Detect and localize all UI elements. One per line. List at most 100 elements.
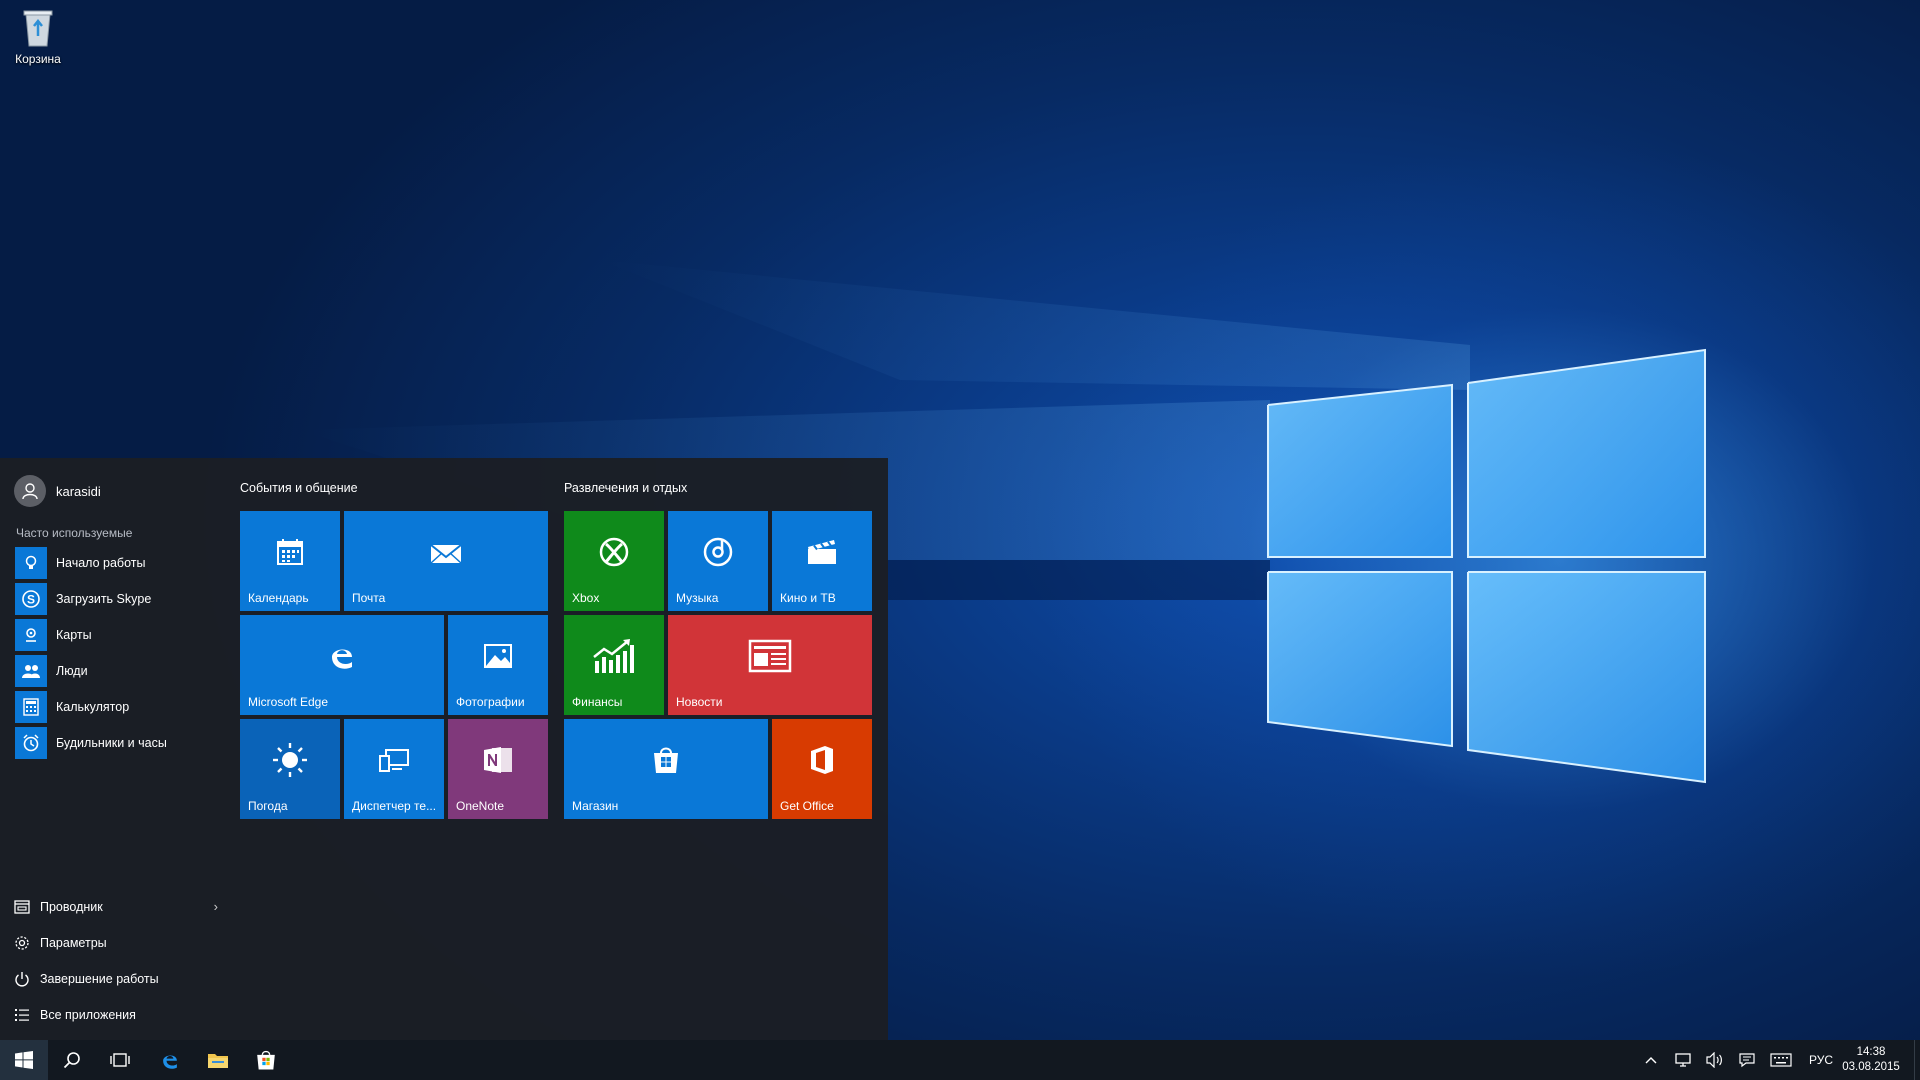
clock-date: 03.08.2015 [1842,1061,1900,1073]
tile-label: Почта [352,591,386,605]
all-apps-button[interactable]: Все приложения [14,997,214,1033]
keyboard-icon [1770,1053,1792,1067]
phone-companion-icon [379,749,409,772]
music-icon [703,537,733,567]
clock-time: 14:38 [1856,1046,1886,1058]
tile-photos[interactable]: Фотографии [448,615,548,715]
app-label: Люди [56,664,88,678]
taskbar-file-explorer[interactable] [194,1040,242,1080]
app-label: Будильники и часы [56,736,167,750]
file-explorer-icon [14,900,30,914]
app-label: Начало работы [56,556,146,570]
task-view-icon [110,1053,130,1067]
store-icon [654,747,678,773]
taskbar-store[interactable] [242,1040,290,1080]
volume-button[interactable] [1700,1040,1730,1080]
tile-mail[interactable]: Почта [344,511,548,611]
tile-movies-tv[interactable]: Кино и ТВ [772,511,872,611]
tile-label: Microsoft Edge [248,695,329,709]
power-button[interactable]: Завершение работы [14,961,214,997]
bottom-item-label: Параметры [40,936,107,950]
tile-weather[interactable]: Погода [240,719,340,819]
network-button[interactable] [1668,1040,1698,1080]
chevron-up-icon [1645,1057,1657,1064]
tile-xbox[interactable]: Xbox [564,511,664,611]
xbox-icon [599,537,629,567]
office-icon [811,746,833,774]
tile-label: Музыка [676,591,719,605]
news-icon [748,639,792,673]
touch-keyboard-button[interactable] [1766,1040,1796,1080]
file-explorer-icon [208,1054,228,1068]
show-hidden-icons-button[interactable] [1636,1040,1666,1080]
gear-icon [15,936,29,950]
app-label: Калькулятор [56,700,130,714]
bottom-item-label: Проводник [40,900,103,914]
tile-group-title: События и общение [240,481,358,495]
recycle-bin-label: Корзина [15,52,61,66]
tile-phone-companion[interactable]: Диспетчер те... [344,719,444,819]
tile-calendar[interactable]: Календарь [240,511,340,611]
tile-label: Фотографии [456,695,525,709]
app-maps[interactable]: Карты [15,617,215,653]
bottom-item-label: Завершение работы [40,972,159,986]
tile-label: Get Office [780,799,834,813]
movies-icon [808,540,836,564]
show-desktop-button[interactable] [1914,1040,1920,1080]
tile-store[interactable]: Магазин [564,719,768,819]
frequent-apps-list: Начало работы S Загрузить Skype Карты Лю… [15,545,215,761]
taskbar: РУС 14:38 03.08.2015 [0,1040,1920,1080]
tile-onenote[interactable]: OneNote [448,719,548,819]
tile-group-title: Развлечения и отдых [564,481,688,495]
user-icon [22,483,38,500]
app-label: Карты [56,628,92,642]
app-label: Загрузить Skype [56,592,152,606]
tile-label: Магазин [572,799,619,813]
alarm-clock-icon [15,727,47,759]
tile-label: Финансы [572,695,623,709]
settings-button[interactable]: Параметры [14,925,214,961]
tile-finance[interactable]: Финансы [564,615,664,715]
taskbar-clock[interactable]: 14:38 03.08.2015 [1842,1045,1900,1075]
user-account-button[interactable]: karasidi [14,475,101,507]
file-explorer-button[interactable]: Проводник › [14,889,218,925]
tile-news[interactable]: Новости [668,615,872,715]
store-icon [257,1050,275,1070]
tile-label: Диспетчер те... [352,799,437,813]
taskbar-edge[interactable] [146,1040,194,1080]
maps-icon [15,619,47,651]
app-alarms-clock[interactable]: Будильники и часы [15,725,215,761]
start-icon [15,1051,33,1069]
tile-music[interactable]: Музыка [668,511,768,611]
task-view-button[interactable] [96,1040,144,1080]
tile-label: Календарь [248,591,309,605]
input-language-indicator[interactable]: РУС [1809,1040,1833,1080]
people-icon [15,655,47,687]
action-center-button[interactable] [1732,1040,1762,1080]
start-button[interactable] [0,1040,48,1080]
tile-get-office[interactable]: Get Office [772,719,872,819]
edge-icon [163,1055,177,1069]
tile-label: Xbox [572,591,600,605]
power-icon [15,972,29,987]
recycle-bin-icon [23,10,53,47]
app-calculator[interactable]: Калькулятор [15,689,215,725]
volume-icon [1706,1052,1722,1068]
search-button[interactable] [48,1040,96,1080]
action-center-icon [1739,1053,1755,1068]
onenote-icon [484,747,512,773]
recycle-bin-shortcut[interactable]: Корзина [6,6,70,76]
app-get-skype[interactable]: S Загрузить Skype [15,581,215,617]
bottom-item-label: Все приложения [40,1008,136,1022]
finance-icon [593,639,634,673]
app-people[interactable]: Люди [15,653,215,689]
avatar [14,475,46,507]
app-get-started[interactable]: Начало работы [15,545,215,581]
start-menu: karasidi Часто используемые Начало работ… [0,458,888,1040]
skype-icon: S [15,583,47,615]
chevron-right-icon[interactable]: › [214,899,218,914]
calculator-icon [15,691,47,723]
start-bottom-list: Проводник › Параметры Завершение работы … [14,889,218,1033]
search-icon [63,1052,80,1069]
tile-microsoft-edge[interactable]: Microsoft Edge [240,615,444,715]
